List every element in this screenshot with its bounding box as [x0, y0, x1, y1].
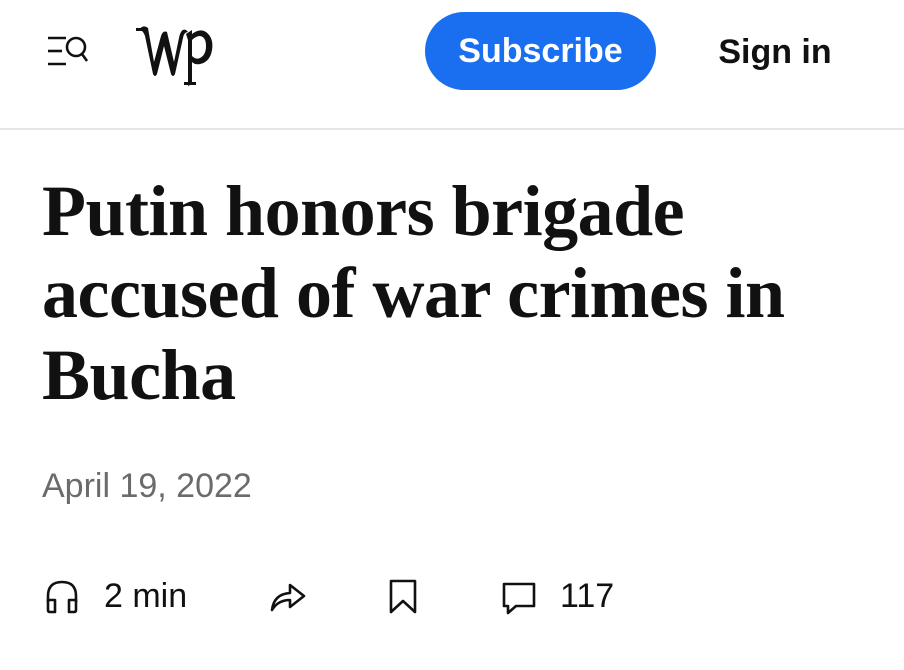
comments-button[interactable]: 117: [500, 568, 614, 624]
wp-logo[interactable]: [134, 18, 216, 90]
share-icon: [270, 583, 306, 612]
listen-button[interactable]: 2 min: [44, 568, 187, 624]
wp-logo-mark: [136, 26, 213, 86]
menu-search-button[interactable]: [44, 32, 92, 72]
bookmark-icon: [389, 579, 417, 614]
subscribe-button[interactable]: Subscribe: [425, 12, 656, 90]
comments-count: 117: [560, 577, 615, 615]
article-actions: 2 min 117: [0, 568, 904, 624]
save-button[interactable]: [388, 568, 418, 624]
listen-duration: 2 min: [104, 577, 188, 615]
publish-date: April 19, 2022: [42, 467, 252, 505]
menu-search-icon: [48, 36, 89, 66]
share-button[interactable]: [268, 568, 308, 624]
site-header: Subscribe Sign in: [0, 0, 904, 130]
article-headline: Putin honors brigade accused of war crim…: [42, 171, 785, 415]
sign-in-link[interactable]: Sign in: [712, 22, 838, 82]
headphones-icon: [46, 580, 78, 614]
comment-icon: [502, 582, 536, 615]
